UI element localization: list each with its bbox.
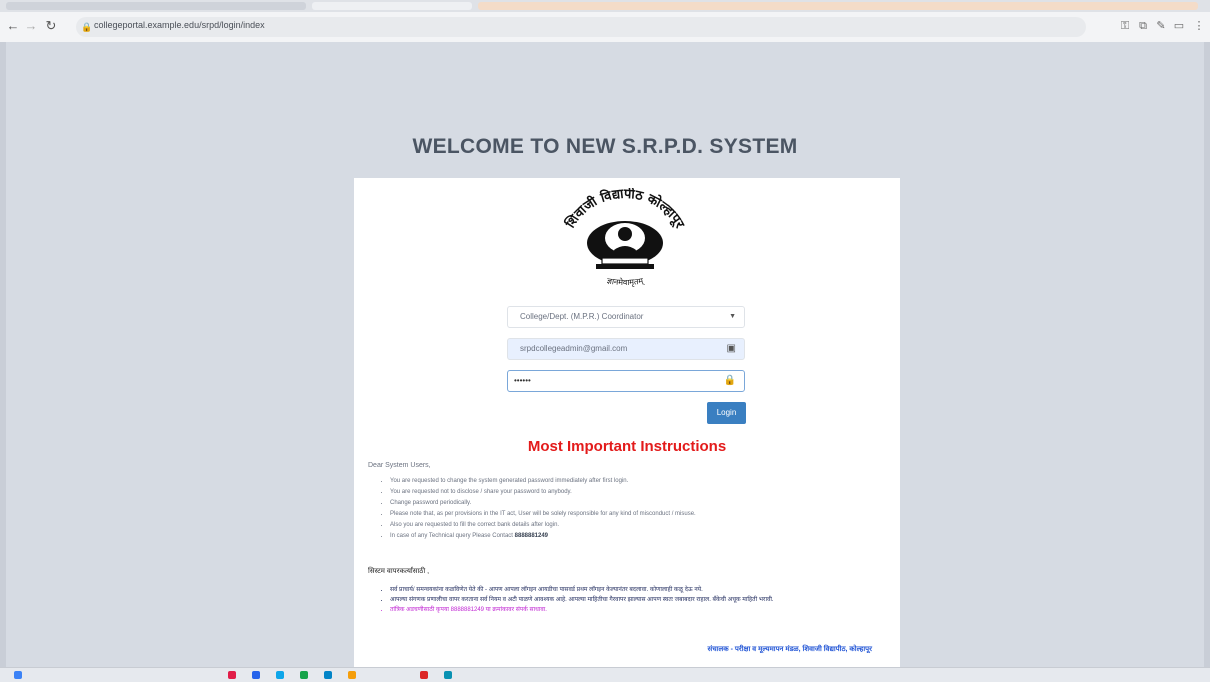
- taskbar-app-icon[interactable]: [252, 671, 260, 679]
- category-select[interactable]: College/Dept. (M.P.R.) Coordinator ▼: [507, 306, 745, 328]
- url-text: collegeportal.example.edu/srpd/login/ind…: [94, 20, 265, 30]
- contact-number: 8888881249: [514, 533, 549, 539]
- password-field-value: ••••••: [514, 376, 531, 385]
- panel-icon[interactable]: ▭: [1172, 19, 1186, 33]
- taskbar-app-icon[interactable]: [300, 671, 308, 679]
- start-icon[interactable]: [14, 671, 22, 679]
- taskbar-app-icon[interactable]: [348, 671, 356, 679]
- taskbar-app-icon[interactable]: [444, 671, 452, 679]
- password-field[interactable]: •••••• 🔒: [507, 370, 745, 392]
- taskbar-app-icon[interactable]: [276, 671, 284, 679]
- list-item: Please note that, as per provisions in t…: [390, 509, 890, 520]
- logo-motto: ज्ञानमेवामृतम्: [606, 276, 646, 288]
- lock-icon[interactable]: 🔒: [80, 20, 94, 34]
- signoff: संचालक - परीक्षा व मूल्यमापन मंडळ, शिवाज…: [707, 646, 872, 653]
- browser-toolbar: ← → ↻ 🔒 collegeportal.example.edu/srpd/l…: [0, 12, 1210, 43]
- extensions-icon[interactable]: ⧉: [1136, 19, 1150, 33]
- taskbar-app-icon[interactable]: [228, 671, 236, 679]
- chevron-down-icon: ▼: [729, 313, 736, 320]
- list-item: You are requested to change the system g…: [390, 476, 890, 487]
- university-logo: शिवाजी विद्यापीठ कोल्हापूर ज्ञानमेवामृतम…: [562, 188, 687, 288]
- key-icon[interactable]: ⚿: [1118, 19, 1132, 33]
- id-card-icon: ▣: [726, 343, 736, 354]
- marathi-instructions-list: सर्व प्राचार्य/ समन्वयकांना कळविणेत येते…: [380, 585, 895, 615]
- browser-tab-strip: [0, 0, 1210, 12]
- browser-tab-active[interactable]: [312, 2, 472, 10]
- list-item: आपल्या संगणक प्रणालीचा वापर करताना सर्व …: [390, 595, 895, 605]
- list-item: In case of any Technical query Please Co…: [390, 531, 890, 542]
- browser-tab[interactable]: [6, 2, 306, 10]
- list-item: Change password periodically.: [390, 498, 890, 509]
- address-bar[interactable]: 🔒 collegeportal.example.edu/srpd/login/i…: [76, 17, 1086, 37]
- svg-text:ज्ञानमेवामृतम्: ज्ञानमेवामृतम्: [606, 276, 646, 288]
- category-select-value: College/Dept. (M.P.R.) Coordinator: [520, 312, 644, 321]
- reload-icon[interactable]: ↻: [44, 19, 58, 33]
- back-icon[interactable]: ←: [6, 19, 20, 33]
- instructions-greeting: Dear System Users,: [368, 462, 431, 469]
- list-item: तांत्रिक अडचणीसाठी कृपया 8888881249 या क…: [390, 605, 895, 615]
- taskbar: [0, 667, 1210, 682]
- list-item: You are requested not to disclose / shar…: [390, 487, 890, 498]
- email-field[interactable]: srpdcollegeadmin@gmail.com ▣: [507, 338, 745, 360]
- list-item: Also you are requested to fill the corre…: [390, 520, 890, 531]
- email-field-value: srpdcollegeadmin@gmail.com: [520, 344, 628, 353]
- page-title: WELCOME TO NEW S.R.P.D. SYSTEM: [412, 135, 798, 158]
- taskbar-app-icon[interactable]: [420, 671, 428, 679]
- browser-tab[interactable]: [478, 2, 1198, 10]
- list-item: सर्व प्राचार्य/ समन्वयकांना कळविणेत येते…: [390, 585, 895, 595]
- menu-icon[interactable]: ⋮: [1192, 19, 1206, 33]
- lock-icon: 🔒: [723, 375, 736, 386]
- instructions-heading: Most Important Instructions: [527, 438, 727, 455]
- marathi-instructions-heading: सिस्टम वापरकर्त्यांसाठी ,: [368, 568, 430, 575]
- instructions-list: You are requested to change the system g…: [380, 476, 890, 542]
- edit-icon[interactable]: ✎: [1154, 19, 1168, 33]
- login-button[interactable]: Login: [707, 402, 746, 424]
- forward-icon[interactable]: →: [24, 19, 38, 33]
- taskbar-app-icon[interactable]: [324, 671, 332, 679]
